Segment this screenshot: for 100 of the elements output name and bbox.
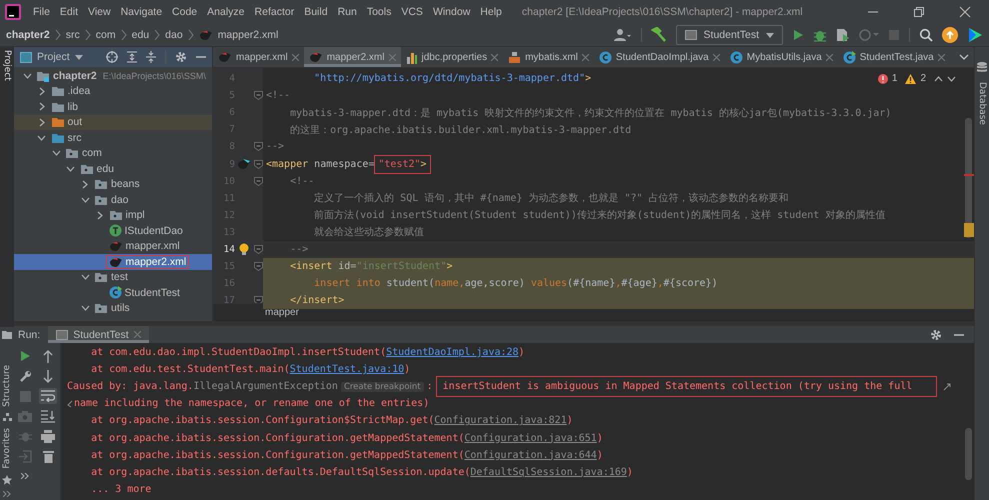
- settings-icon[interactable]: [175, 51, 187, 63]
- chevron-down-icon[interactable]: [959, 54, 969, 60]
- menu-item[interactable]: Edit: [54, 6, 84, 18]
- chevron-down-icon[interactable]: [80, 274, 90, 280]
- tree-row[interactable]: impl: [14, 208, 212, 223]
- tree-row[interactable]: dao: [14, 192, 212, 208]
- tree-row[interactable]: edu: [14, 161, 212, 176]
- chevron-right-icon[interactable]: [96, 210, 102, 220]
- close-icon[interactable]: [938, 54, 945, 60]
- arrow-up-icon[interactable]: [43, 350, 53, 362]
- tree-row[interactable]: .idea: [14, 84, 212, 99]
- fold-icon[interactable]: [254, 160, 262, 169]
- restore-icon[interactable]: [913, 6, 925, 18]
- chevron-down-icon[interactable]: [947, 76, 956, 82]
- tool-window-tab[interactable]: Database: [975, 79, 989, 359]
- menu-item[interactable]: Code: [167, 6, 202, 18]
- menu-item[interactable]: View: [83, 6, 116, 18]
- tree-row[interactable]: com: [14, 146, 212, 161]
- fold-icon[interactable]: [254, 176, 262, 186]
- chevron-down-icon[interactable]: [22, 72, 32, 79]
- printer-icon[interactable]: [41, 430, 55, 442]
- menu-item[interactable]: File: [28, 6, 55, 18]
- tool-window-tab[interactable]: Structure: [0, 362, 14, 410]
- fold-icon[interactable]: [254, 262, 262, 272]
- tree-row[interactable]: beans: [14, 176, 212, 192]
- breadcrumb-item[interactable]: dao: [165, 29, 183, 41]
- expand-icon[interactable]: [3, 491, 11, 497]
- file-link[interactable]: StudentTest.java:10: [290, 364, 404, 376]
- collapse-all-icon[interactable]: [146, 51, 156, 63]
- tree-row[interactable]: out: [14, 114, 212, 130]
- chevron-right-icon[interactable]: [82, 180, 88, 189]
- editor-tab[interactable]: StudentDaoImpl.java: [594, 47, 725, 67]
- editor-tab[interactable]: jdbc.properties: [400, 47, 504, 67]
- create-breakpoint-hint[interactable]: Create breakpoint: [340, 382, 424, 392]
- tree-row[interactable]: test: [14, 270, 212, 285]
- wrench-icon[interactable]: [18, 370, 32, 382]
- search-icon[interactable]: [919, 28, 933, 42]
- trash-icon[interactable]: [42, 450, 54, 462]
- user-icon[interactable]: [614, 28, 632, 42]
- breadcrumb-item[interactable]: mapper: [265, 307, 299, 318]
- close-icon[interactable]: [491, 54, 498, 60]
- fold-icon[interactable]: [254, 244, 262, 254]
- file-link[interactable]: Configuration.java:644: [464, 450, 597, 461]
- arrow-down-icon[interactable]: [43, 370, 53, 382]
- close-icon[interactable]: [582, 54, 589, 60]
- tree-row[interactable]: mapper.xml: [14, 238, 212, 254]
- run-icon[interactable]: [792, 29, 804, 41]
- scroll-to-end-icon[interactable]: [41, 410, 55, 422]
- editor-tab[interactable]: mapper2.xml: [304, 47, 400, 67]
- editor-tab[interactable]: MybatisUtils.java: [724, 47, 838, 67]
- breadcrumb-item[interactable]: edu: [132, 29, 150, 41]
- menu-item[interactable]: Run: [332, 6, 362, 18]
- menu-item[interactable]: Help: [475, 6, 507, 18]
- close-icon[interactable]: [959, 6, 971, 18]
- exception-class-link[interactable]: IllegalArgumentException: [193, 381, 338, 392]
- tree-row[interactable]: IStudentDao: [14, 223, 212, 238]
- hammer-icon[interactable]: [650, 27, 667, 43]
- close-icon[interactable]: [712, 54, 720, 60]
- menu-item[interactable]: Tools: [362, 6, 396, 18]
- menu-item[interactable]: Analyze: [202, 6, 250, 18]
- tool-window-tab[interactable]: Favorites: [0, 425, 14, 472]
- app-logo-icon[interactable]: [967, 27, 983, 43]
- warning-icon[interactable]: [905, 74, 916, 84]
- more-icon[interactable]: [21, 473, 29, 479]
- run-tab[interactable]: StudentTest: [48, 326, 149, 343]
- scrollbar-thumb[interactable]: [965, 428, 972, 480]
- chevron-up-icon[interactable]: [934, 76, 943, 82]
- breadcrumb-item[interactable]: src: [66, 29, 80, 41]
- menu-item[interactable]: Navigate: [116, 6, 168, 18]
- panel-title[interactable]: Project: [37, 51, 70, 63]
- update-icon[interactable]: [942, 27, 958, 43]
- fold-icon[interactable]: [254, 142, 262, 152]
- close-icon[interactable]: [826, 54, 833, 60]
- tool-window-tab[interactable]: Project: [0, 47, 14, 327]
- chevron-down-icon[interactable]: [80, 305, 90, 312]
- run-configuration-dropdown[interactable]: StudentTest: [676, 25, 783, 45]
- editor-tab[interactable]: StudentTest.java: [838, 47, 950, 67]
- editor-tab[interactable]: mapper.xml: [213, 47, 304, 67]
- file-link[interactable]: StudentDaoImpl.java:28: [386, 347, 519, 358]
- file-link[interactable]: Configuration.java:651: [464, 432, 597, 444]
- error-count[interactable]: 1: [892, 73, 898, 84]
- menu-item[interactable]: VCS: [396, 6, 428, 18]
- crosshair-icon[interactable]: [106, 51, 118, 63]
- soft-wrap-icon[interactable]: [41, 390, 55, 402]
- tree-row[interactable]: mapper2.xml: [14, 254, 212, 270]
- close-icon[interactable]: [292, 54, 299, 60]
- bird-icon[interactable]: [237, 158, 251, 170]
- warning-count[interactable]: 2: [920, 73, 926, 84]
- file-link[interactable]: Configuration.java:821: [434, 415, 567, 426]
- menu-item[interactable]: Window: [428, 6, 476, 18]
- editor-tab[interactable]: mybatis.xml: [503, 47, 594, 67]
- file-link[interactable]: DefaultSqlSession.java:169: [470, 466, 627, 478]
- tree-row[interactable]: utils: [14, 300, 212, 316]
- lightbulb-icon[interactable]: [239, 242, 249, 256]
- breadcrumb-item[interactable]: mapper2.xml: [218, 29, 278, 41]
- breadcrumb-item[interactable]: com: [96, 29, 116, 41]
- settings-icon[interactable]: [930, 328, 942, 340]
- menu-item[interactable]: Refactor: [250, 6, 300, 18]
- tree-row[interactable]: chapter2 E:\IdeaProjects\016\SSM\: [14, 68, 212, 84]
- breadcrumb-item[interactable]: chapter2: [6, 29, 50, 41]
